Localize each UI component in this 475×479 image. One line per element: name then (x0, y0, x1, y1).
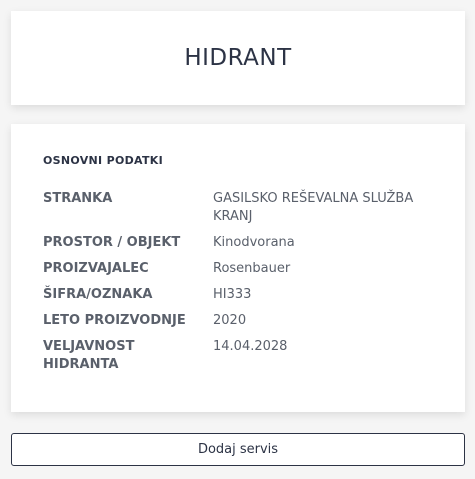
detail-value: HI333 (213, 287, 252, 302)
add-service-button[interactable]: Dodaj servis (11, 433, 465, 466)
page-title: HIDRANT (184, 45, 292, 71)
detail-row-leto: LETO PROIZVODNJE 2020 (43, 312, 443, 330)
detail-row-stranka: STRANKA GASILSKO REŠEVALNA SLUŽBA KRANJ (43, 190, 443, 226)
detail-value: GASILSKO REŠEVALNA SLUŽBA KRANJ (213, 191, 414, 224)
detail-row-veljavnost: VELJAVNOST HIDRANTA 14.04.2028 (43, 338, 443, 374)
detail-label: VELJAVNOST HIDRANTA (43, 339, 135, 372)
title-card: HIDRANT (11, 11, 465, 105)
detail-value: Kinodvorana (213, 235, 295, 250)
detail-label: ŠIFRA/OZNAKA (43, 287, 153, 302)
detail-value: Rosenbauer (213, 261, 291, 276)
detail-row-prostor: PROSTOR / OBJEKT Kinodvorana (43, 234, 443, 252)
detail-label: STRANKA (43, 191, 113, 206)
detail-row-sifra: ŠIFRA/OZNAKA HI333 (43, 286, 443, 304)
detail-label: PROSTOR / OBJEKT (43, 235, 181, 250)
detail-value: 2020 (213, 313, 247, 328)
detail-label: LETO PROIZVODNJE (43, 313, 186, 328)
detail-row-proizvajalec: PROIZVAJALEC Rosenbauer (43, 260, 443, 278)
details-card: OSNOVNI PODATKI STRANKA GASILSKO REŠEVAL… (11, 124, 465, 412)
details-list: STRANKA GASILSKO REŠEVALNA SLUŽBA KRANJ … (43, 190, 443, 382)
detail-value: 14.04.2028 (213, 339, 288, 354)
detail-label: PROIZVAJALEC (43, 261, 149, 276)
section-title: OSNOVNI PODATKI (43, 154, 163, 167)
